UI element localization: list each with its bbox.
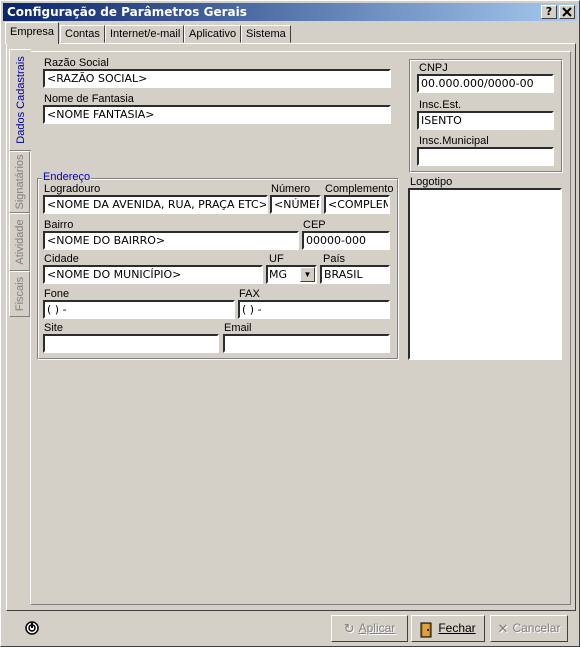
x-icon: ✕ <box>497 621 509 637</box>
pais-label: País <box>323 253 346 265</box>
title-bar[interactable]: Configuração de Parâmetros Gerais ? <box>3 3 577 21</box>
close-button[interactable] <box>559 5 575 19</box>
numero-label: Número <box>271 183 311 195</box>
side-tab-dados-cadastrais[interactable]: Dados Cadastrais <box>9 49 31 151</box>
fax-label: FAX <box>239 288 260 300</box>
fone-label: Fone <box>44 288 70 300</box>
tab-contas[interactable]: Contas <box>60 25 105 43</box>
insc-est-label: Insc.Est. <box>419 99 462 111</box>
tab-empresa[interactable]: Empresa <box>5 22 59 44</box>
side-tab-signatarios[interactable]: Signatários <box>9 151 30 213</box>
insc-est-input[interactable]: ISENTO <box>417 111 554 130</box>
side-tab-label: Atividade <box>13 219 26 265</box>
cep-label: CEP <box>303 219 326 231</box>
aplicar-button[interactable]: ↻ Aplicar <box>331 615 408 642</box>
cep-input[interactable]: 00000-000 <box>302 231 390 250</box>
apply-icon: ↻ <box>343 621 355 637</box>
fax-input[interactable]: ( ) - <box>238 300 390 319</box>
site-input[interactable] <box>43 334 219 353</box>
cidade-input[interactable]: <NOME DO MUNICÍPIO> <box>43 265 263 284</box>
logradouro-input[interactable]: <NOME DA AVENIDA, RUA, PRAÇA ETC> <box>43 195 268 214</box>
uf-label: UF <box>269 253 284 265</box>
insc-municipal-label: Insc.Municipal <box>419 135 489 147</box>
uf-value: MG <box>269 268 288 281</box>
endereco-legend: Endereço <box>42 171 92 183</box>
aplicar-label: Aplicar <box>358 621 396 635</box>
fechar-button[interactable]: Fechar <box>411 615 485 642</box>
email-label: Email <box>224 322 252 334</box>
cancelar-button[interactable]: ✕ Cancelar <box>490 615 568 642</box>
razao-social-label: Razão Social <box>44 57 109 69</box>
complemento-label: Complemento <box>325 183 394 195</box>
cnpj-label: CNPJ <box>419 62 448 74</box>
side-tab-fiscais[interactable]: Fiscais <box>9 271 30 317</box>
logradouro-label: Logradouro <box>44 183 101 195</box>
fone-input[interactable]: ( ) - <box>43 300 235 319</box>
cancelar-label: Cancelar <box>512 621 561 635</box>
cnpj-input[interactable]: 00.000.000/0000-00 <box>417 74 554 93</box>
side-tab-label: Dados Cadastrais <box>14 56 27 144</box>
tab-aplicativo[interactable]: Aplicativo <box>184 25 241 43</box>
logotipo-label: Logotipo <box>410 176 453 188</box>
tab-sistema[interactable]: Sistema <box>241 25 291 43</box>
power-icon[interactable] <box>25 621 39 635</box>
nome-fantasia-label: Nome de Fantasia <box>44 93 134 105</box>
cidade-label: Cidade <box>44 253 79 265</box>
email-input[interactable] <box>223 334 390 353</box>
chevron-down-icon[interactable]: ▼ <box>300 267 315 282</box>
numero-input[interactable]: <NÚMERO> <box>270 195 321 214</box>
side-tab-label: Signatários <box>13 154 26 210</box>
nome-fantasia-input[interactable]: <NOME FANTASIA> <box>43 105 391 124</box>
tab-internet-email[interactable]: Internet/e-mail <box>105 25 184 43</box>
bairro-label: Bairro <box>44 219 74 231</box>
dialog-window: Configuração de Parâmetros Gerais ? Empr… <box>0 0 580 647</box>
fechar-label: Fechar <box>438 621 476 635</box>
close-icon <box>562 7 572 17</box>
door-icon <box>420 616 434 641</box>
side-tab-label: Fiscais <box>13 276 26 312</box>
insc-municipal-input[interactable] <box>417 147 554 166</box>
pais-input[interactable]: BRASIL <box>320 265 390 284</box>
side-tab-atividade[interactable]: Atividade <box>9 213 30 271</box>
uf-select[interactable]: MG ▼ <box>266 265 317 284</box>
site-label: Site <box>44 322 63 334</box>
help-button[interactable]: ? <box>541 5 557 19</box>
razao-social-input[interactable]: <RAZÃO SOCIAL> <box>43 69 391 88</box>
logotipo-image-box[interactable] <box>408 188 562 360</box>
bairro-input[interactable]: <NOME DO BAIRRO> <box>43 231 299 250</box>
window-title: Configuração de Parâmetros Gerais <box>7 5 247 19</box>
complemento-input[interactable]: <COMPLEMENTO> <box>324 195 390 214</box>
